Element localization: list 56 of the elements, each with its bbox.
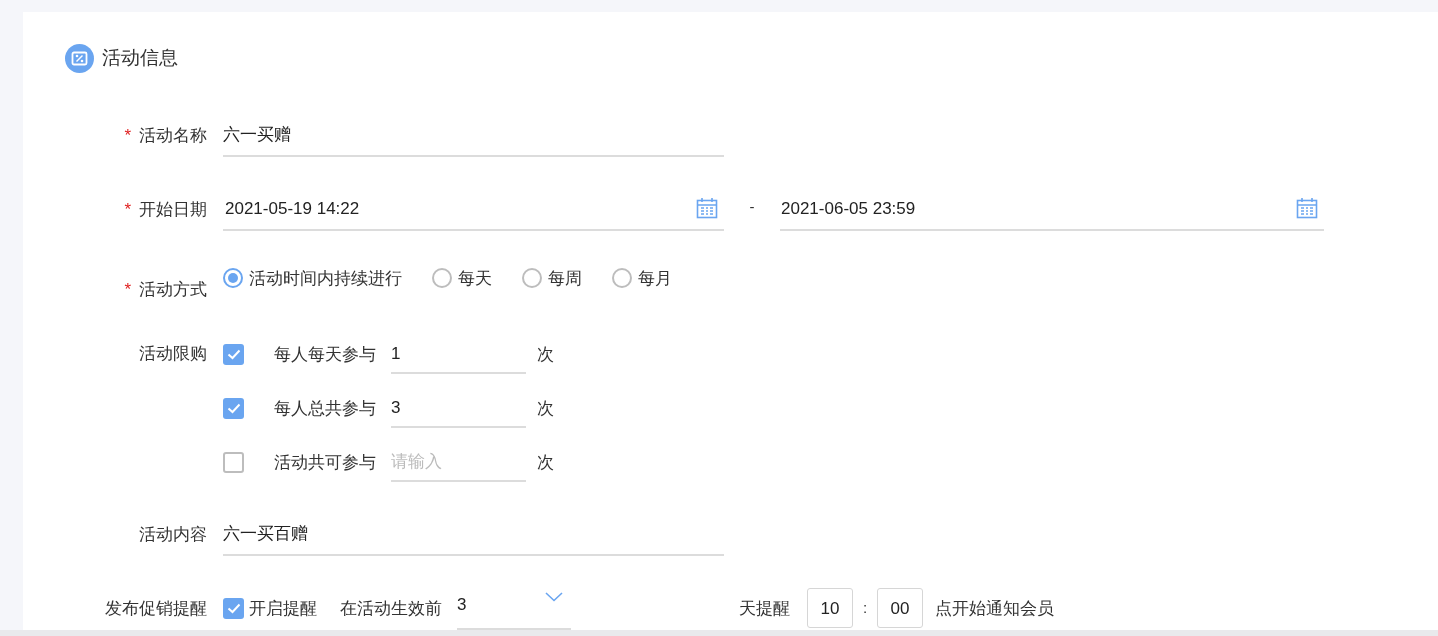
reminder-checkbox[interactable]: 开启提醒 (223, 595, 317, 622)
time-separator: : (861, 598, 869, 619)
limit-label: 每人每天参与 (274, 344, 377, 367)
field-label: 活动名称 (139, 124, 207, 147)
check-icon (226, 349, 241, 361)
unit-label: 次 (537, 398, 554, 421)
reminder-text: 点开始通知会员 (935, 597, 1054, 620)
calendar-icon[interactable] (1296, 197, 1318, 220)
checkbox[interactable] (223, 398, 244, 420)
radio-option[interactable]: 每天 (432, 265, 492, 292)
required-asterisk: * (124, 124, 131, 147)
checkbox[interactable] (223, 344, 244, 366)
date-input[interactable]: 2021-06-05 23:59 (780, 187, 1324, 232)
required-asterisk: * (124, 278, 131, 301)
unit-label: 次 (537, 452, 554, 475)
reminder-text: 在活动生效前 (340, 597, 442, 620)
check-icon (226, 602, 241, 614)
text-input[interactable]: 六一买百赠 (223, 512, 724, 557)
chevron-down-icon (545, 592, 563, 603)
radio-button[interactable] (432, 268, 452, 289)
field-label: 活动方式 (139, 278, 207, 301)
radio-option[interactable]: 每周 (522, 265, 582, 292)
text-input[interactable]: 六一买赠 (223, 113, 724, 158)
unit-label: 次 (537, 344, 554, 367)
calendar-icon[interactable] (696, 197, 718, 220)
required-asterisk: * (124, 198, 131, 221)
field-label: 发布促销提醒 (105, 597, 207, 620)
radio-button[interactable] (522, 268, 542, 289)
radio-button[interactable] (223, 268, 243, 289)
radio-option[interactable]: 活动时间内持续进行 (223, 265, 402, 292)
check-icon (226, 403, 241, 415)
count-input[interactable]: 1 (391, 335, 526, 375)
radio-option[interactable]: 每月 (612, 265, 672, 292)
hour-input[interactable]: 10 (807, 588, 853, 629)
date-input[interactable]: 2021-05-19 14:22 (223, 187, 724, 232)
limit-label: 活动共可参与 (274, 452, 377, 475)
field-label: 开始日期 (139, 198, 207, 221)
checkbox[interactable] (223, 597, 244, 619)
option-label: 每天 (458, 267, 492, 290)
option-label: 每周 (548, 267, 582, 290)
radio-button[interactable] (612, 268, 632, 289)
section-title: 活动信息 (102, 46, 178, 71)
minute-input[interactable]: 00 (877, 588, 923, 629)
coupon-icon (65, 43, 94, 73)
date-value: 2021-06-05 23:59 (781, 197, 916, 220)
field-label: 活动内容 (139, 523, 207, 546)
count-input[interactable]: 3 (391, 389, 526, 429)
limit-label: 每人总共参与 (274, 398, 377, 421)
date-value: 2021-05-19 14:22 (225, 197, 360, 220)
reminder-text: 天提醒 (739, 597, 790, 620)
checkbox[interactable] (223, 452, 244, 474)
option-label: 每月 (638, 267, 672, 290)
option-label: 活动时间内持续进行 (249, 267, 402, 290)
field-label: 活动限购 (139, 343, 207, 366)
range-separator: - (748, 197, 756, 218)
select-value: 3 (457, 594, 467, 617)
